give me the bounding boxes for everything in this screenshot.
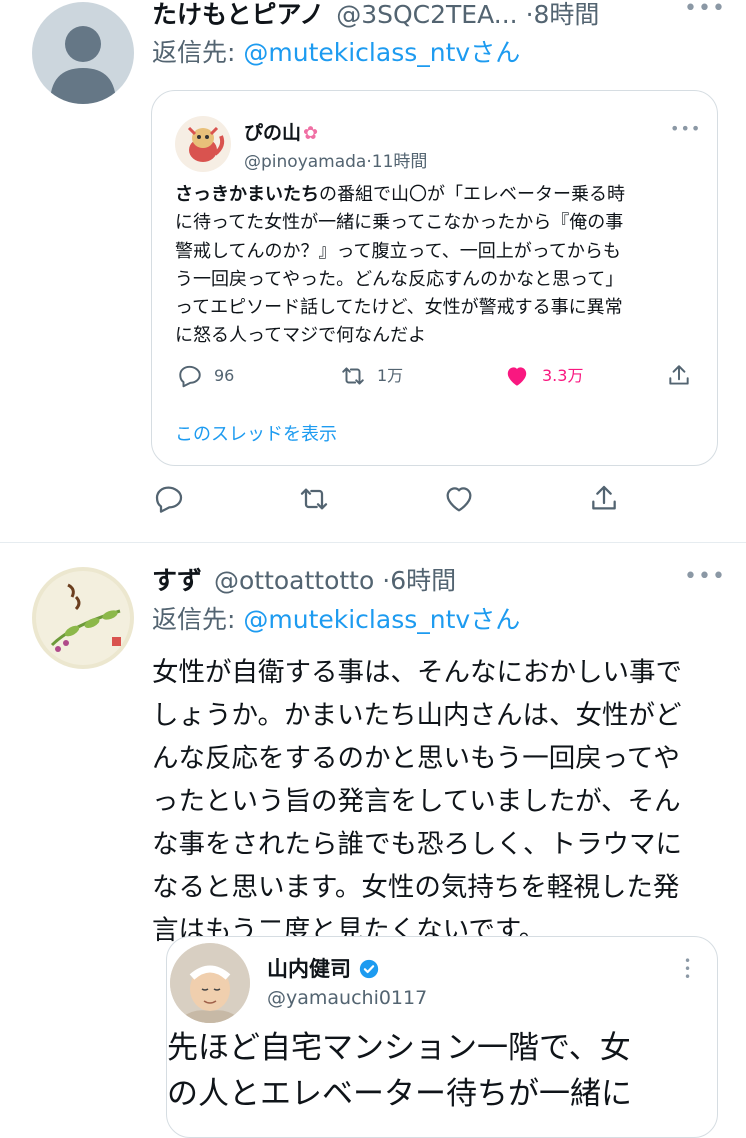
quoted-tweet-card[interactable]: ぴの山 ✿ @pinoyamada·11時間 ••• さっきかまいたちの番組で山〇… xyxy=(151,90,718,466)
share-icon xyxy=(669,365,689,385)
separator-dot: · xyxy=(382,566,391,595)
share-icon xyxy=(592,485,616,510)
avatar[interactable] xyxy=(175,116,231,172)
reply-to-handle[interactable]: @mutekiclass_ntv xyxy=(243,38,470,67)
retweet-button[interactable] xyxy=(297,483,331,515)
retweet-count: 1万 xyxy=(377,366,404,385)
reply-action[interactable]: 96 xyxy=(177,363,234,389)
reply-icon xyxy=(179,365,201,388)
heart-icon xyxy=(446,487,472,512)
reply-to-label: 返信先: xyxy=(152,605,244,634)
avatar[interactable] xyxy=(170,943,250,1023)
reply-to-suffix: さん xyxy=(470,605,521,634)
reply-count: 96 xyxy=(214,366,235,385)
timestamp[interactable]: 6時間 xyxy=(390,566,456,595)
like-action[interactable]: 3.3万 xyxy=(504,363,583,389)
quoted-tweet-text: 先ほど自宅マンション一階で、女 の人とエレベーター待ちが一緒に xyxy=(167,1025,707,1117)
separator-dot: · xyxy=(525,0,534,29)
text-line: しょうか。かまいたち山内さんは、女性がど xyxy=(152,700,682,731)
text-bold: さっきかまいたち xyxy=(175,184,319,205)
more-options-icon[interactable]: ••• xyxy=(684,0,726,21)
show-thread-link[interactable]: このスレッドを表示 xyxy=(175,420,337,446)
avatar[interactable] xyxy=(32,567,134,669)
reply-icon xyxy=(155,486,183,513)
more-options-icon[interactable]: ••• xyxy=(684,955,691,983)
text-line: 女性が自衛する事は、そんなにおかしい事で xyxy=(152,657,682,688)
handle[interactable]: @yamauchi0117 xyxy=(267,987,427,1009)
retweet-icon xyxy=(300,488,328,510)
handle[interactable]: @3SQC2TEA... xyxy=(336,0,517,29)
like-button[interactable] xyxy=(442,483,476,515)
text-line: う一回戻ってやった。どんな反応すんのかなと思って」 xyxy=(175,268,624,290)
like-count: 3.3万 xyxy=(542,366,584,385)
text-line: ったという旨の発言をしていましたが、そん xyxy=(152,786,681,817)
quoted-tweet-card[interactable]: 山内健司 @yamauchi0117 • • • 先ほど自宅マンション一階で、女 の… xyxy=(166,936,718,1138)
quoted-tweet-text: さっきかまいたちの番組で山〇が「エレベーター乗る時 に待ってた女性が一緒に乗って… xyxy=(175,181,700,351)
tweet-text: 女性が自衛する事は、そんなにおかしい事で しょうか。かまいたち山内さんは、女性が… xyxy=(152,651,732,952)
share-button[interactable] xyxy=(588,483,620,515)
text-line: の番組で山〇が「エレベーター乗る時 xyxy=(319,184,625,205)
retweet-icon xyxy=(342,367,364,385)
share-action[interactable] xyxy=(666,363,692,389)
heart-filled-icon xyxy=(507,367,527,386)
reply-to-label: 返信先: xyxy=(152,38,244,67)
handle[interactable]: @pinoyamada xyxy=(244,152,366,172)
default-avatar-icon xyxy=(50,26,116,104)
wagashi-avatar-icon xyxy=(36,571,130,665)
avatar[interactable] xyxy=(32,2,134,104)
display-name[interactable]: すず xyxy=(152,566,202,595)
text-line: な事をされたら誰でも恐ろしく、トラウマに xyxy=(152,829,682,860)
text-line: 警戒してんのか？』って腹立って、一回上がってからも xyxy=(175,240,621,262)
reply-button[interactable] xyxy=(153,483,185,515)
timestamp[interactable]: 8時間 xyxy=(534,0,600,29)
tweet-divider xyxy=(0,542,746,543)
display-name[interactable]: 山内健司 xyxy=(267,953,380,983)
display-name[interactable]: ぴの山 ✿ xyxy=(244,118,318,145)
text-line: んな反応をするのかと思いもう一回戻ってや xyxy=(152,743,680,774)
person-avatar-icon xyxy=(170,943,250,1023)
display-name[interactable]: たけもとピアノ xyxy=(152,0,324,29)
more-options-icon[interactable]: ••• xyxy=(670,119,701,138)
timestamp[interactable]: 11時間 xyxy=(372,152,428,172)
more-options-icon[interactable]: ••• xyxy=(684,564,726,589)
reply-to-suffix: さん xyxy=(470,38,521,67)
text-line: ってエピソード話してたけど、女性が警戒する事に異常 xyxy=(175,297,623,319)
text-line: なると思います。女性の気持ちを軽視した発 xyxy=(152,872,680,903)
reply-to-handle[interactable]: @mutekiclass_ntv xyxy=(243,605,470,634)
retweet-action[interactable]: 1万 xyxy=(340,363,403,389)
text-line: の人とエレベーター待ちが一緒に xyxy=(167,1076,632,1112)
character-avatar-icon xyxy=(187,126,225,162)
verified-badge-icon xyxy=(360,959,379,979)
flower-emoji-icon: ✿ xyxy=(303,123,319,144)
handle[interactable]: @ottoattotto xyxy=(214,566,374,595)
text-line: に待ってた女性が一緒に乗ってこなかったから『俺の事 xyxy=(175,212,624,234)
text-line: 先ほど自宅マンション一階で、女 xyxy=(167,1030,631,1066)
text-line: に怒る人ってマジで何なんだよ xyxy=(175,325,427,347)
